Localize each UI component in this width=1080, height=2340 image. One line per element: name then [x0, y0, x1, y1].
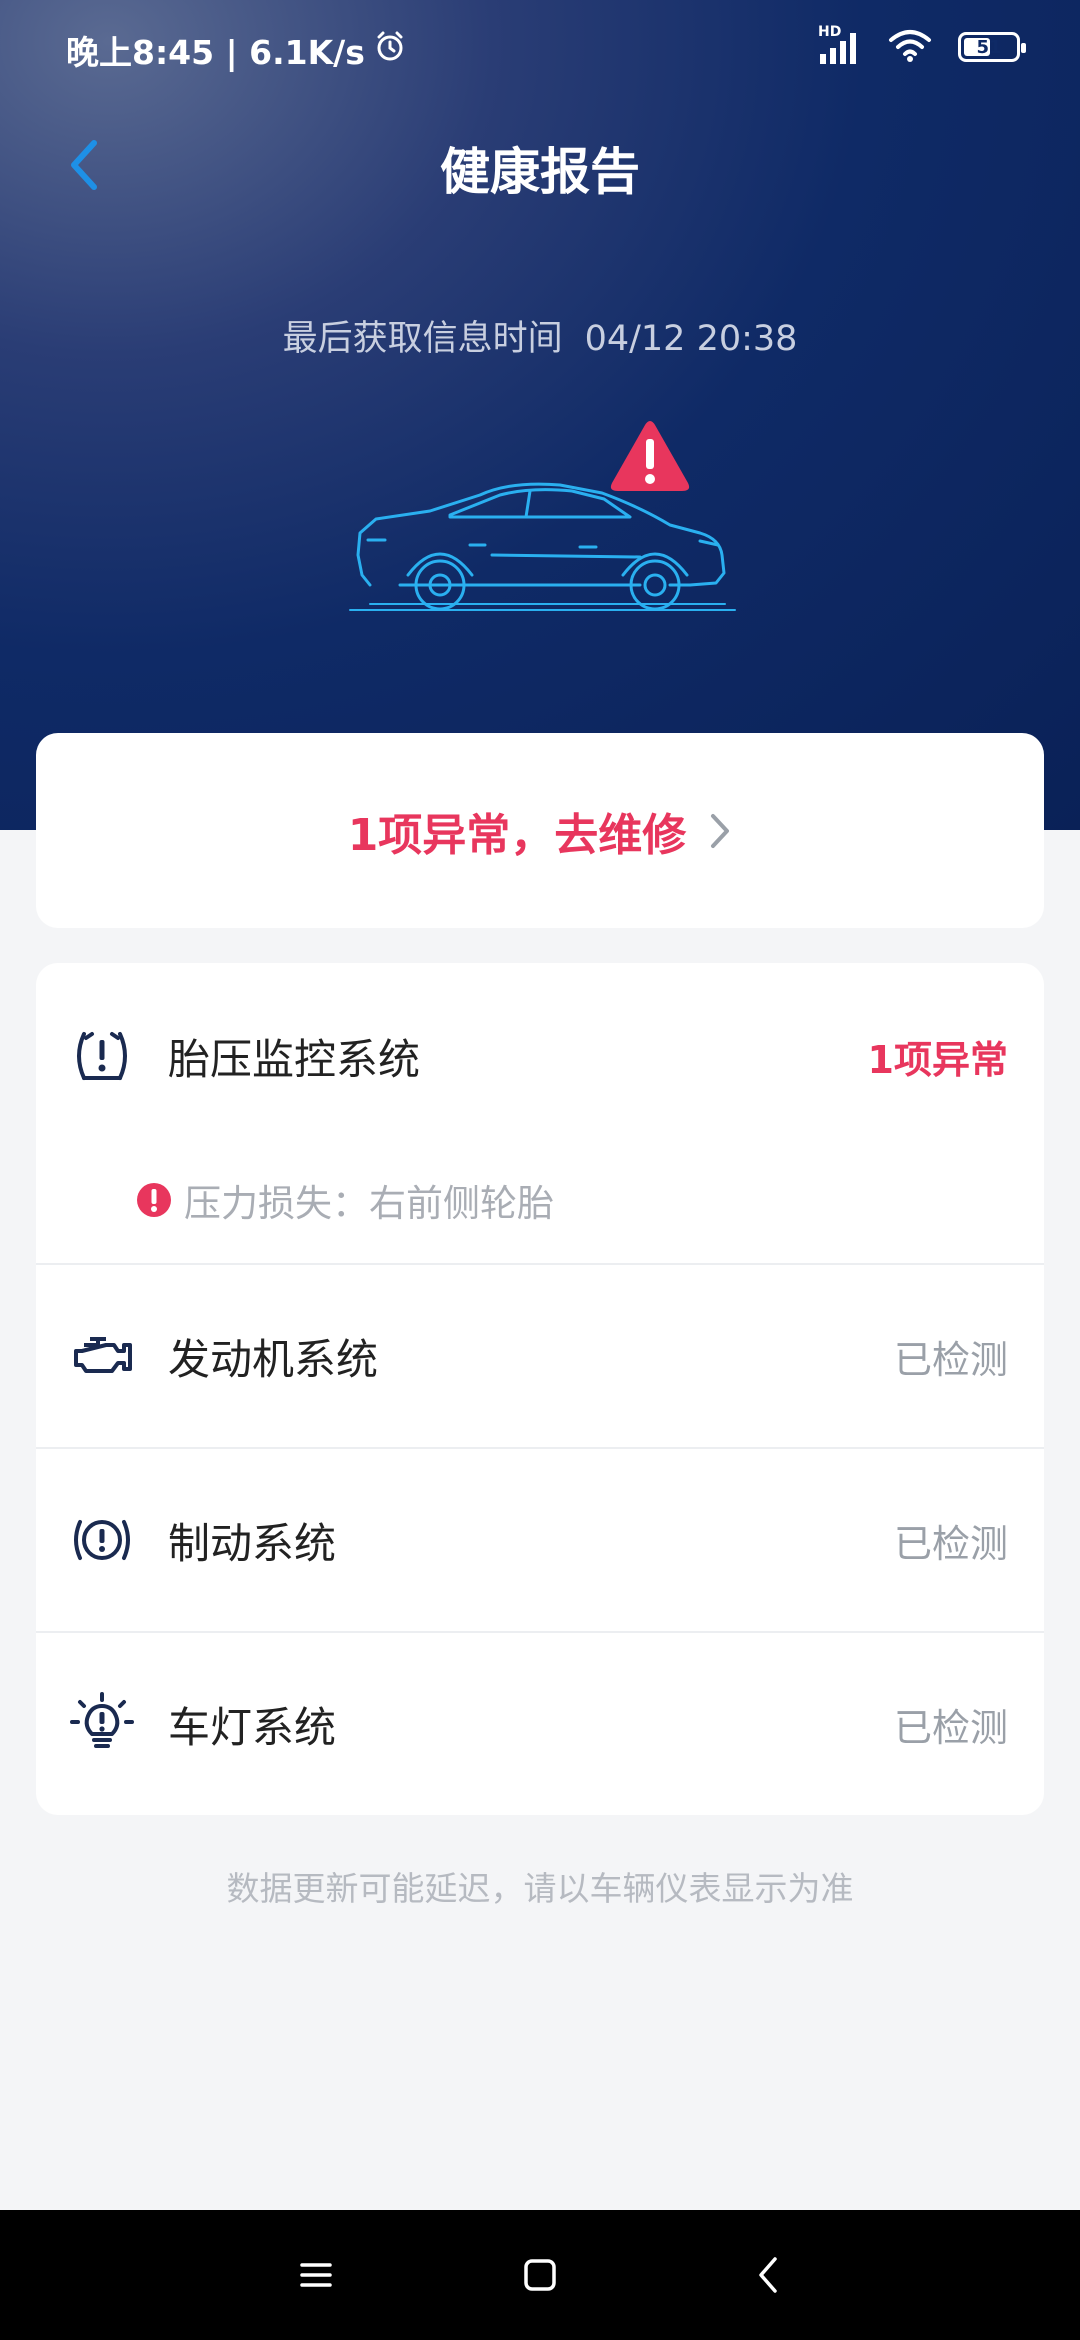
menu-button[interactable]	[286, 2245, 346, 2305]
tire-alert-text: 压力损失：右前侧轮胎	[184, 1182, 554, 1225]
alert-circle-icon	[137, 1183, 171, 1217]
car-illustration	[349, 421, 736, 611]
home-button[interactable]	[510, 2245, 570, 2305]
system-name: 制动系统	[168, 1518, 337, 1568]
system-row-brake[interactable]: 制动系统 已检测	[36, 1449, 1044, 1631]
last-update-time: 04/12 20:38	[584, 319, 798, 359]
alarm-clock-icon	[373, 29, 407, 71]
repair-text: 1项异常，去维修	[347, 809, 687, 861]
cellular-signal-icon: HD	[818, 24, 862, 64]
navigation-bar	[0, 2210, 1080, 2340]
status-right: HD 51	[818, 24, 1026, 66]
system-status: 已检测	[893, 1705, 1008, 1750]
page-title: 健康报告	[440, 143, 640, 201]
last-update-label: 最后获取信息时间	[282, 319, 563, 359]
systems-card: 胎压监控系统 1项异常 压力损失：右前侧轮胎 发动机系统 已检测 制动系统 已检…	[36, 963, 1044, 1815]
footnote: 数据更新可能延迟，请以车辆仪表显示为准	[226, 1869, 854, 1908]
repair-card[interactable]: 1项异常，去维修	[36, 733, 1044, 928]
repair-link[interactable]: 1项异常，去维修	[348, 799, 733, 863]
battery-icon: 51	[958, 32, 1026, 62]
light-bulb-icon	[70, 1692, 134, 1756]
menu-icon	[300, 2263, 332, 2287]
warning-triangle-icon	[610, 421, 690, 491]
status-left: 晚上8:45 | 6.1K/s	[66, 26, 407, 74]
system-name: 车灯系统	[168, 1702, 337, 1752]
battery-cap	[1021, 43, 1026, 53]
wifi-icon	[888, 28, 932, 66]
system-row-tire-pressure[interactable]: 胎压监控系统 1项异常	[36, 991, 1044, 1121]
back-triangle-icon	[759, 2257, 777, 2293]
system-name: 胎压监控系统	[168, 1034, 421, 1084]
system-status: 已检测	[893, 1337, 1008, 1382]
last-update: 最后获取信息时间 04/12 20:38	[0, 310, 1080, 361]
brake-warning-icon	[70, 1508, 134, 1572]
tire-alert: 压力损失：右前侧轮胎	[136, 1173, 554, 1227]
home-square-icon	[524, 2259, 556, 2291]
status-bar: 晚上8:45 | 6.1K/s HD 51	[0, 0, 1080, 100]
chevron-right-icon	[711, 813, 730, 848]
system-name: 发动机系统	[168, 1334, 379, 1384]
system-row-lights[interactable]: 车灯系统 已检测	[36, 1633, 1044, 1815]
system-status: 1项异常	[867, 1037, 1008, 1082]
nav-back-button[interactable]	[738, 2245, 798, 2305]
system-row-engine[interactable]: 发动机系统 已检测	[36, 1265, 1044, 1447]
system-status: 已检测	[893, 1521, 1008, 1566]
status-time-speed: 晚上8:45 | 6.1K/s	[66, 33, 365, 72]
tire-pressure-icon	[70, 1024, 134, 1088]
engine-icon	[70, 1324, 134, 1388]
battery-level: 51	[976, 36, 1002, 58]
